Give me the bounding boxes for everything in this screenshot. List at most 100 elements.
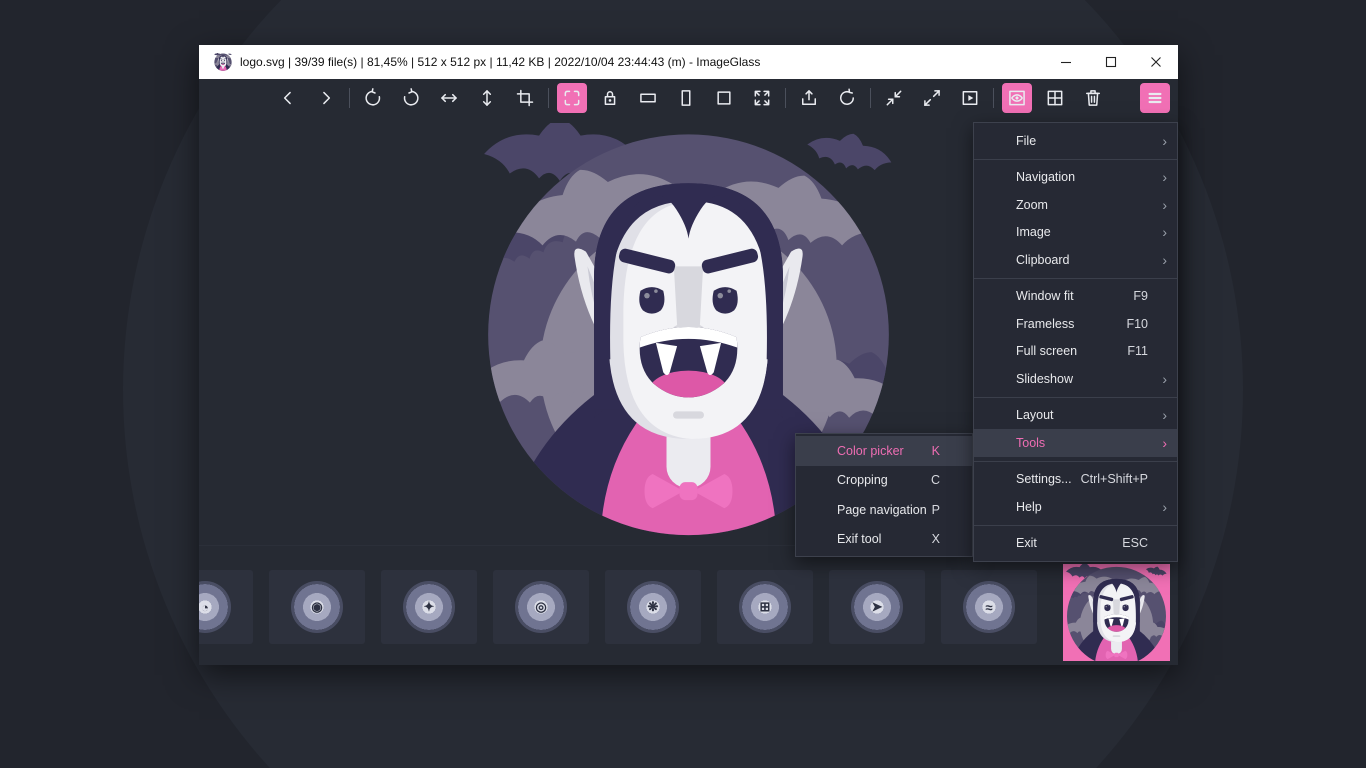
menu-item-label: Help	[1016, 500, 1042, 514]
thumbnail-item[interactable]: ≈	[941, 570, 1037, 644]
thumbnail-logo-glyph: ◔	[199, 581, 231, 633]
menu-item-settings[interactable]: Settings... Ctrl+Shift+P	[974, 466, 1177, 494]
scale-to-width-button[interactable]	[633, 83, 663, 113]
menu-item-clipboard[interactable]: Clipboard ›	[974, 246, 1177, 274]
menu-item-exif-tool[interactable]: Exif toolX	[796, 525, 972, 555]
menu-item-slideshow[interactable]: Slideshow›	[974, 365, 1177, 393]
menu-item-page-navigation[interactable]: Page navigationP	[796, 495, 972, 525]
delete-image-button[interactable]	[1078, 83, 1108, 113]
thumbnail-logo-glyph: ◎	[515, 581, 567, 633]
menu-item-shortcut: X	[932, 532, 958, 546]
menu-item-frameless[interactable]: FramelessF10	[974, 310, 1177, 338]
menu-item-shortcut: Ctrl+Shift+P	[1081, 472, 1154, 486]
chevron-right-icon	[316, 88, 336, 108]
menu-item-label: Image	[1016, 225, 1051, 239]
crop-button[interactable]	[510, 83, 540, 113]
slideshow-icon	[960, 88, 980, 108]
next-image-button[interactable]	[311, 83, 341, 113]
rotate-right-button[interactable]	[396, 83, 426, 113]
menu-item-exit[interactable]: ExitESC	[974, 530, 1177, 558]
menu-divider	[974, 159, 1177, 160]
menu-item-shortcut: C	[931, 473, 958, 487]
menu-item-color-picker[interactable]: Color picker K	[796, 436, 972, 466]
scale-to-height-button[interactable]	[671, 83, 701, 113]
auto-zoom-icon	[562, 88, 582, 108]
rect-tall-icon	[676, 88, 696, 108]
slideshow-button[interactable]	[955, 83, 985, 113]
full-screen-button[interactable]	[917, 83, 947, 113]
flip-vertical-button[interactable]	[472, 83, 502, 113]
menu-item-label: Cropping	[837, 473, 888, 487]
menu-item-image[interactable]: Image ›	[974, 219, 1177, 247]
thumbnail-panel-button[interactable]	[1040, 83, 1070, 113]
export-button[interactable]	[794, 83, 824, 113]
previous-image-button[interactable]	[273, 83, 303, 113]
maximize-button[interactable]	[1088, 45, 1133, 79]
menu-item-window-fit[interactable]: Window fitF9	[974, 283, 1177, 311]
menu-item-zoom[interactable]: Zoom›	[974, 191, 1177, 219]
lock-icon	[600, 88, 620, 108]
flip-horizontal-button[interactable]	[434, 83, 464, 113]
expand-corners-icon	[752, 88, 772, 108]
hamburger-icon	[1145, 88, 1165, 108]
scale-to-fit-button[interactable]	[747, 83, 777, 113]
thumbnail-item[interactable]: ✦	[381, 570, 477, 644]
thumbnail-item[interactable]: ❋	[605, 570, 701, 644]
submenu-arrow-icon: ›	[1154, 170, 1167, 184]
menu-item-shortcut: F10	[1126, 317, 1154, 331]
thumbnail-item[interactable]: ◎	[493, 570, 589, 644]
menu-item-label: Clipboard	[1016, 253, 1070, 267]
menu-item-navigation[interactable]: Navigation›	[974, 164, 1177, 192]
auto-zoom-button[interactable]	[557, 83, 587, 113]
thumbnail-logo-glyph: ✦	[403, 581, 455, 633]
toolbar-separator	[993, 88, 994, 108]
thumbnail-item[interactable]: ➤	[829, 570, 925, 644]
close-button[interactable]	[1133, 45, 1178, 79]
menu-item-full-screen[interactable]: Full screenF11	[974, 338, 1177, 366]
menu-item-file[interactable]: File›	[974, 127, 1177, 155]
thumbnail-item[interactable]: ◔	[199, 570, 253, 644]
menu-item-label: Slideshow	[1016, 372, 1073, 386]
refresh-button[interactable]	[832, 83, 862, 113]
thumbnail-item[interactable]: ◉	[269, 570, 365, 644]
imageglass-window: logo.svg | 39/39 file(s) | 81,45% | 512 …	[199, 45, 1178, 665]
actual-size-button[interactable]	[709, 83, 739, 113]
menu-item-label: Color picker	[837, 444, 904, 458]
submenu-arrow-icon: ›	[1154, 253, 1167, 267]
window-title: logo.svg | 39/39 file(s) | 81,45% | 512 …	[240, 55, 760, 69]
submenu-arrow-icon: ›	[1154, 436, 1167, 450]
menu-item-layout[interactable]: Layout›	[974, 402, 1177, 430]
thumbnail-logo-glyph: ❋	[627, 581, 679, 633]
menu-item-shortcut: F9	[1133, 289, 1154, 303]
grid-icon	[1045, 88, 1065, 108]
main-menu-popup: File› Navigation›Zoom› Image › Clipboard › Win…	[973, 122, 1178, 562]
window-fit-button[interactable]	[879, 83, 909, 113]
title-bar[interactable]: logo.svg | 39/39 file(s) | 81,45% | 512 …	[199, 45, 1178, 79]
menu-item-label: Settings...	[1016, 472, 1072, 486]
color-inspector-button[interactable]	[1002, 83, 1032, 113]
thumbnail-selected-vampire[interactable]	[1063, 564, 1170, 661]
eye-square-icon	[1007, 88, 1027, 108]
toolbar-separator	[870, 88, 871, 108]
menu-item-shortcut: ESC	[1122, 536, 1154, 550]
thumbnail-bar: ◔ ◉ ✦ ◎ ❋ ⊞ ➤≈	[199, 545, 1178, 665]
app-logo-icon	[214, 53, 232, 71]
thumbnail-logo-glyph: ◉	[291, 581, 343, 633]
menu-item-shortcut: K	[932, 444, 958, 458]
chevron-left-icon	[278, 88, 298, 108]
menu-item-label: Page navigation	[837, 503, 927, 517]
submenu-arrow-icon: ›	[1154, 225, 1167, 239]
main-menu-button[interactable]	[1140, 83, 1170, 113]
menu-item-tools[interactable]: Tools›	[974, 429, 1177, 457]
thumbnail-item[interactable]: ⊞	[717, 570, 813, 644]
expand-diag-icon	[922, 88, 942, 108]
maximize-icon	[1105, 56, 1117, 68]
menu-item-help[interactable]: Help›	[974, 493, 1177, 521]
menu-item-cropping[interactable]: Cropping C	[796, 466, 972, 496]
rect-wide-icon	[638, 88, 658, 108]
lock-zoom-button[interactable]	[595, 83, 625, 113]
thumbnail-logo-glyph: ⊞	[739, 581, 791, 633]
tools-submenu-popup: Color picker K Cropping C Page navigationPEx…	[795, 433, 973, 557]
rotate-left-button[interactable]	[358, 83, 388, 113]
minimize-button[interactable]	[1043, 45, 1088, 79]
